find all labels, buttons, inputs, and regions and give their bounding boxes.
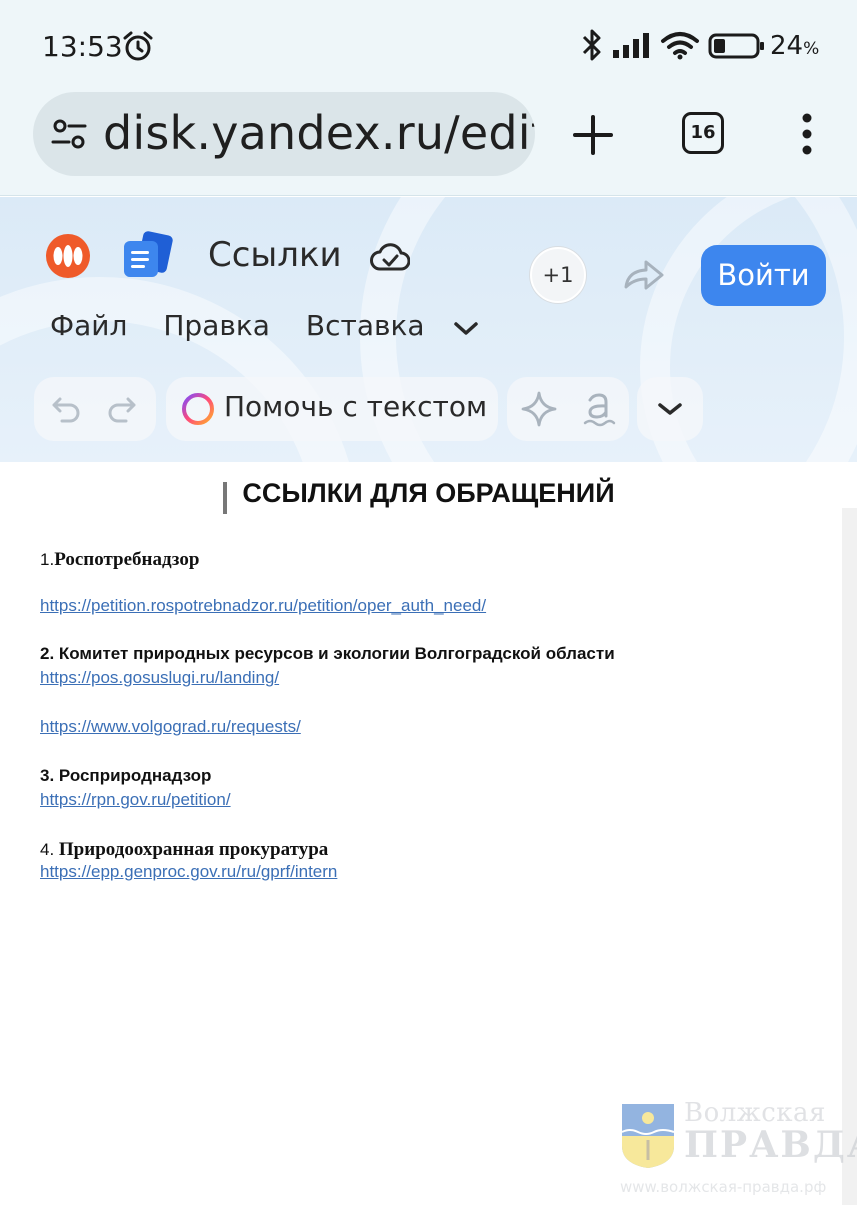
more-tools-button[interactable]: [637, 377, 703, 441]
signal-icon: [613, 33, 649, 58]
battery-icon: [708, 33, 764, 59]
history-group: [34, 377, 156, 441]
section-1-title[interactable]: 1.Роспотребнадзор: [40, 549, 199, 571]
browser-toolbar: disk.yandex.ru/edit/ 16: [0, 92, 857, 196]
menu-file[interactable]: Файл: [50, 309, 127, 345]
document-title[interactable]: Ссылки: [208, 235, 342, 275]
editor-header: Ссылки +1 Войти Файл Правка Вставка Помо…: [0, 197, 857, 462]
document-canvas[interactable]: ССЫЛКИ ДЛЯ ОБРАЩЕНИЙ 1.Роспотребнадзор h…: [0, 462, 857, 1205]
yandex-logo-icon[interactable]: [45, 233, 91, 279]
bluetooth-icon: [582, 29, 601, 61]
share-icon[interactable]: [622, 257, 666, 293]
crest-icon: [621, 1104, 675, 1168]
sparkle-icon[interactable]: [519, 389, 559, 429]
wifi-icon: [661, 32, 699, 60]
document-heading[interactable]: ССЫЛКИ ДЛЯ ОБРАЩЕНИЙ: [0, 478, 857, 509]
tab-count: 16: [690, 122, 716, 143]
alice-icon: [182, 393, 214, 425]
section-3-title[interactable]: 3. Росприроднадзор: [40, 766, 211, 786]
collaborators-badge[interactable]: +1: [530, 247, 586, 303]
menu-insert[interactable]: Вставка: [306, 309, 425, 345]
docs-logo-icon[interactable]: [120, 231, 174, 279]
section-4-title[interactable]: 4. Природоохранная прокуратура: [40, 839, 328, 861]
help-with-text-label: Помочь с текстом: [224, 390, 488, 423]
link-rospotrebnadzor[interactable]: https://petition.rospotrebnadzor.ru/peti…: [40, 596, 486, 616]
login-button[interactable]: Войти: [701, 245, 826, 306]
chevron-down-icon[interactable]: [452, 319, 480, 339]
spellcheck-icon[interactable]: [581, 389, 617, 429]
section-2-title[interactable]: 2. Комитет природных ресурсов и экологии…: [40, 644, 615, 664]
cloud-saved-icon: [370, 243, 410, 271]
watermark-subtitle: ПРАВДА: [684, 1124, 857, 1166]
url-text[interactable]: disk.yandex.ru/edit/: [103, 106, 535, 160]
tabs-icon[interactable]: 16: [682, 112, 724, 154]
text-cursor: [223, 482, 227, 514]
watermark: Волжская ПРАВДА www.волжская-правда.рф: [614, 1098, 857, 1205]
watermark-url: www.волжская-правда.рф: [620, 1178, 827, 1196]
alarm-icon: [123, 31, 153, 61]
redo-icon[interactable]: [106, 393, 138, 425]
address-bar[interactable]: disk.yandex.ru/edit/: [33, 92, 535, 176]
link-gosuslugi[interactable]: https://pos.gosuslugi.ru/landing/: [40, 668, 279, 688]
status-time: 13:53: [42, 30, 123, 63]
link-rpn[interactable]: https://rpn.gov.ru/petition/: [40, 790, 231, 810]
undo-icon[interactable]: [50, 393, 82, 425]
menu-bar: Файл Правка Вставка: [50, 309, 461, 345]
menu-edit[interactable]: Правка: [163, 309, 270, 345]
link-volgograd[interactable]: https://www.volgograd.ru/requests/: [40, 717, 301, 737]
new-tab-icon[interactable]: [572, 114, 614, 156]
help-with-text-button[interactable]: Помочь с текстом: [166, 377, 498, 441]
tune-icon[interactable]: [51, 118, 87, 150]
status-bar: 13:53 24%: [0, 0, 857, 92]
menu-icon[interactable]: [797, 112, 817, 156]
battery-percent: 24%: [770, 31, 820, 61]
link-genproc[interactable]: https://epp.genproc.gov.ru/ru/gprf/inter…: [40, 862, 337, 882]
ai-tools-group: [507, 377, 629, 441]
chevron-down-icon: [658, 403, 682, 415]
